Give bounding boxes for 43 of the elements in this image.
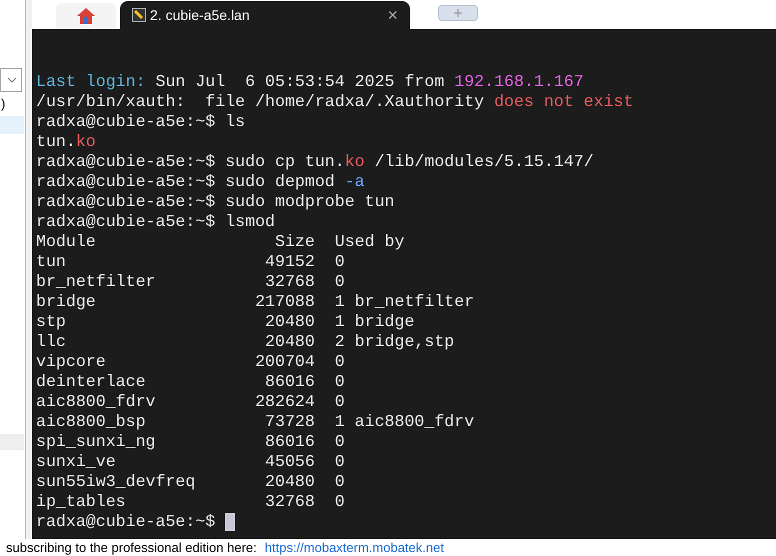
new-tab-button[interactable]	[438, 5, 478, 21]
terminal-text: tun 49152 0	[36, 252, 345, 272]
terminal-text: ip_tables 32768 0	[36, 492, 345, 512]
terminal-text: Sun Jul 6 05:53:54 2025 from	[154, 72, 446, 92]
terminal-text: 192.168.1.167	[454, 72, 584, 92]
website-link[interactable]: https://mobaxterm.mobatek.net	[264, 540, 444, 556]
terminal-text: radxa@cubie-a5e:~$ ls	[36, 112, 246, 132]
terminal-text: -a	[344, 172, 365, 192]
home-icon	[76, 7, 96, 25]
terminal-text: br_netfilter 32768 0	[36, 272, 345, 292]
sidebar-text: )	[0, 96, 6, 112]
terminal-text: stp 20480 1 bridge	[36, 312, 414, 332]
terminal-text: aic8800_bsp 73728 1 aic8800_fdrv	[36, 412, 474, 432]
terminal-text: deinterlace 86016 0	[36, 372, 345, 392]
terminal-text: radxa@cubie-a5e:~$ sudo depmod	[36, 172, 336, 192]
terminal-text: vipcore 200704 0	[36, 352, 345, 372]
terminal-text: ko	[76, 132, 96, 152]
terminal-text: bridge 217088 1 br_netfilter	[36, 292, 474, 312]
status-text: subscribing to the professional edition here:	[6, 540, 257, 556]
terminal-icon	[132, 8, 146, 22]
terminal-text: Module Size Used by	[36, 232, 404, 252]
terminal-text: /lib/modules/5.15.147/	[374, 152, 594, 172]
terminal-text: radxa@cubie-a5e:~$ sudo cp tun.	[36, 152, 345, 172]
terminal-text: llc 20480 2 bridge,stp	[36, 332, 454, 352]
close-button[interactable]: ×	[387, 6, 398, 24]
dropdown-field[interactable]	[0, 68, 22, 92]
plus-icon	[454, 9, 462, 17]
terminal-text: Last login:	[36, 72, 146, 92]
terminal-text: sun55iw3_devfreq 20480 0	[36, 472, 345, 492]
terminal-text: does not exist	[494, 92, 634, 112]
session-tab[interactable]: 2. cubie-a5e.lan ×	[120, 1, 410, 29]
terminal-text: radxa@cubie-a5e:~$	[36, 512, 216, 532]
terminal-text: ko	[344, 152, 365, 172]
chevron-down-icon	[7, 77, 17, 83]
terminal-text: radxa@cubie-a5e:~$ lsmod	[36, 212, 275, 232]
terminal-text: tun.	[36, 132, 76, 152]
tab-title: 2. cubie-a5e.lan	[150, 6, 251, 24]
terminal-text: /usr/bin/xauth: file /home/radxa/.Xauthority	[36, 92, 486, 112]
home-tab[interactable]	[56, 3, 116, 29]
terminal-text: aic8800_fdrv 282624 0	[36, 392, 345, 412]
terminal-text: radxa@cubie-a5e:~$ sudo modprobe tun	[36, 192, 394, 212]
terminal-text: spi_sunxi_ng 86016 0	[36, 432, 345, 452]
terminal-text: sunxi_ve 45056 0	[36, 452, 345, 472]
